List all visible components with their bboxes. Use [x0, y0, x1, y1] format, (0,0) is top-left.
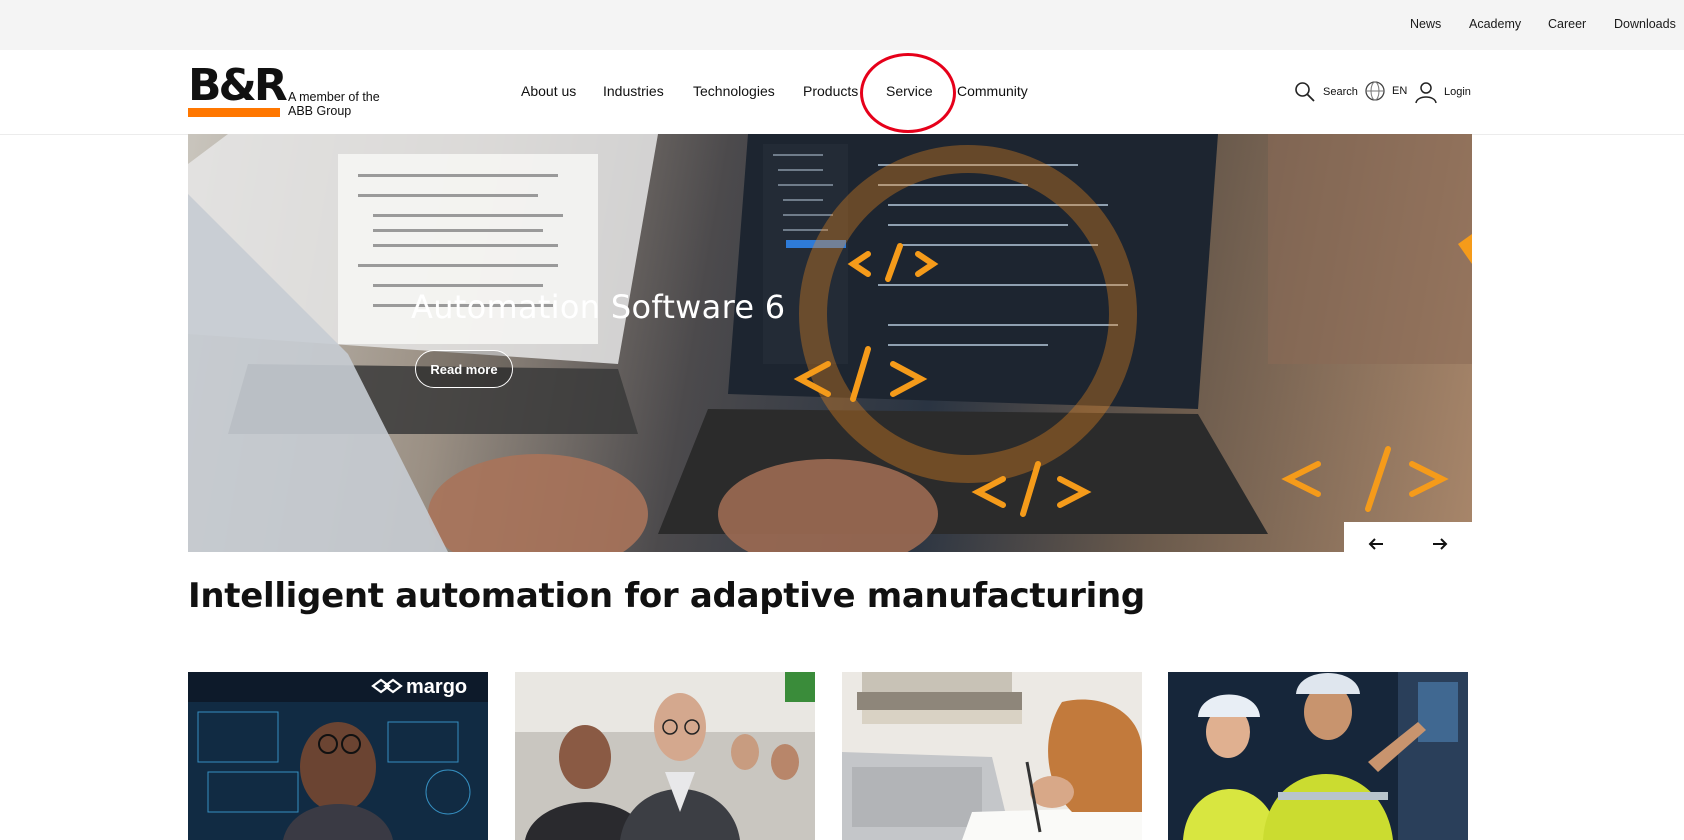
logo-tagline: A member of the ABB Group — [288, 90, 380, 118]
nav-item-industries[interactable]: Industries — [603, 83, 664, 99]
hero-carousel[interactable]: Automation Software 6 Read more — [188, 134, 1472, 552]
nav-item-community[interactable]: Community — [957, 83, 1028, 99]
logo-mark[interactable]: B&R — [188, 64, 288, 108]
nav-item-about-us[interactable]: About us — [521, 83, 576, 99]
topbar-link-academy[interactable]: Academy — [1469, 17, 1521, 31]
teaser-card-2[interactable] — [515, 672, 815, 840]
top-utility-bar: News Academy Career Downloads — [0, 0, 1684, 50]
card-image-writing-notes — [842, 672, 1142, 840]
arrow-left-icon — [1368, 538, 1383, 550]
card-image-woman-holographic: margo — [188, 672, 488, 840]
margo-badge: margo — [406, 676, 467, 698]
nav-item-service[interactable]: Service — [886, 83, 933, 99]
card-image-engineers — [1168, 672, 1468, 840]
hero-image — [188, 134, 1472, 552]
language-label: EN — [1392, 85, 1408, 97]
teaser-card-3[interactable] — [842, 672, 1142, 840]
read-more-button[interactable]: Read more — [415, 350, 513, 388]
hero-title: Automation Software 6 — [411, 288, 786, 326]
language-selector[interactable]: EN — [1364, 80, 1407, 102]
nav-item-products[interactable]: Products — [803, 83, 858, 99]
logo-orange-bar — [188, 108, 280, 117]
login-label: Login — [1444, 86, 1471, 98]
search-button[interactable]: Search — [1293, 80, 1358, 104]
search-icon — [1295, 82, 1315, 102]
carousel-next-button[interactable] — [1408, 522, 1472, 566]
card-image-trade-fair — [515, 672, 815, 840]
user-icon — [1415, 82, 1437, 104]
nav-item-technologies[interactable]: Technologies — [693, 83, 775, 99]
main-header: B&R A member of the ABB Group About us I… — [0, 50, 1684, 135]
carousel-controls — [1344, 522, 1472, 566]
login-button[interactable]: Login — [1414, 80, 1471, 104]
carousel-prev-button[interactable] — [1344, 522, 1408, 566]
page-headline: Intelligent automation for adaptive manu… — [188, 576, 1145, 616]
topbar-link-career[interactable]: Career — [1548, 17, 1586, 31]
topbar-link-downloads[interactable]: Downloads — [1614, 17, 1676, 31]
globe-icon — [1365, 81, 1385, 101]
arrow-right-icon — [1433, 538, 1448, 550]
teaser-card-4[interactable] — [1168, 672, 1468, 840]
topbar-link-news[interactable]: News — [1410, 17, 1441, 31]
search-label: Search — [1323, 86, 1358, 98]
teaser-card-1[interactable]: margo — [188, 672, 488, 840]
